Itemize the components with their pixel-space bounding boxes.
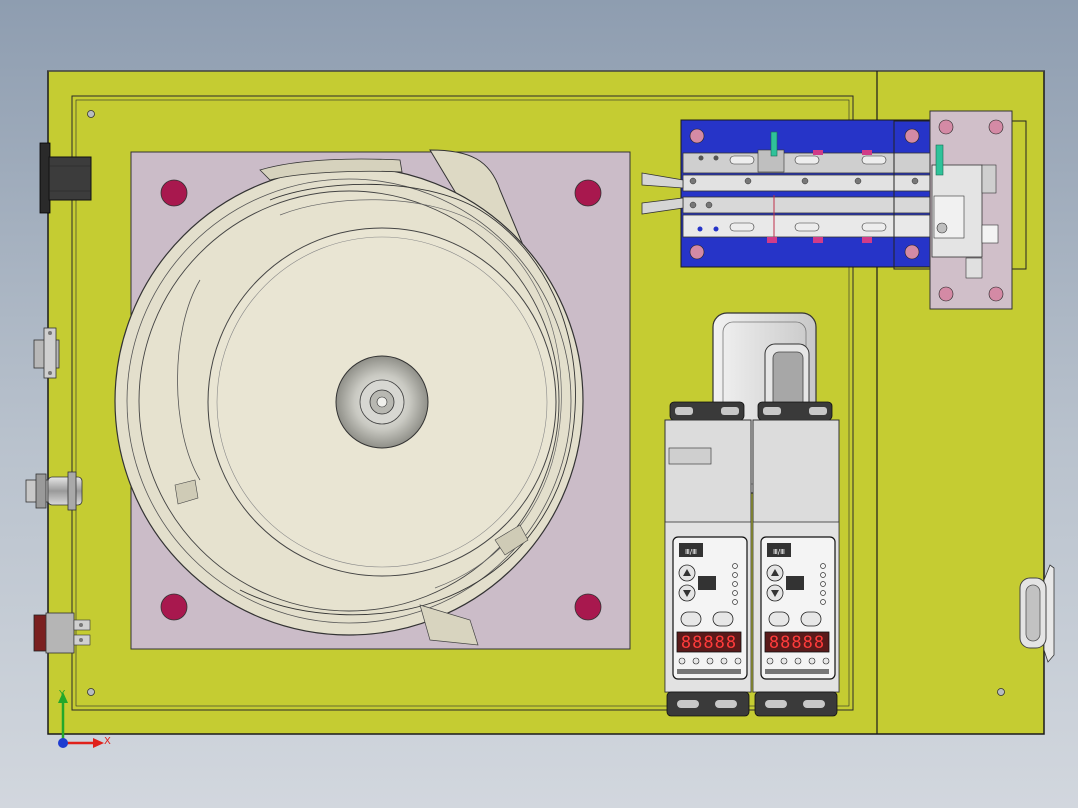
cylinder-fitting: [935, 144, 944, 176]
svg-text:Ⅲ/Ⅲ: Ⅲ/Ⅲ: [685, 548, 697, 556]
mounting-bolt: [160, 593, 188, 621]
side-air-fitting[interactable]: [25, 471, 83, 511]
controller-right[interactable]: Ⅲ/Ⅲ 88888: [752, 401, 840, 717]
svg-text:Ⅲ/Ⅲ: Ⅲ/Ⅲ: [773, 548, 785, 556]
screw-hole: [87, 110, 95, 118]
display-digits: 88888: [769, 633, 825, 653]
y-axis-label: Y: [58, 689, 66, 700]
cylinder-bracket[interactable]: [929, 110, 1013, 310]
side-connector-dsub[interactable]: [33, 327, 60, 379]
mounting-bolt: [574, 179, 602, 207]
mounting-bolt: [574, 593, 602, 621]
cad-viewport[interactable]: Ⅲ/Ⅲ 88888 Ⅲ/Ⅲ 88888 Y X: [0, 0, 1078, 808]
triad-origin: [58, 738, 68, 748]
sensor-probe: [770, 131, 778, 157]
screw-hole: [87, 688, 95, 696]
screw-hole: [997, 688, 1005, 696]
x-axis-label: X: [104, 736, 111, 747]
display-digits: 88888: [681, 633, 737, 653]
mounting-bolt: [160, 179, 188, 207]
controller-left[interactable]: Ⅲ/Ⅲ 88888: [664, 401, 752, 717]
